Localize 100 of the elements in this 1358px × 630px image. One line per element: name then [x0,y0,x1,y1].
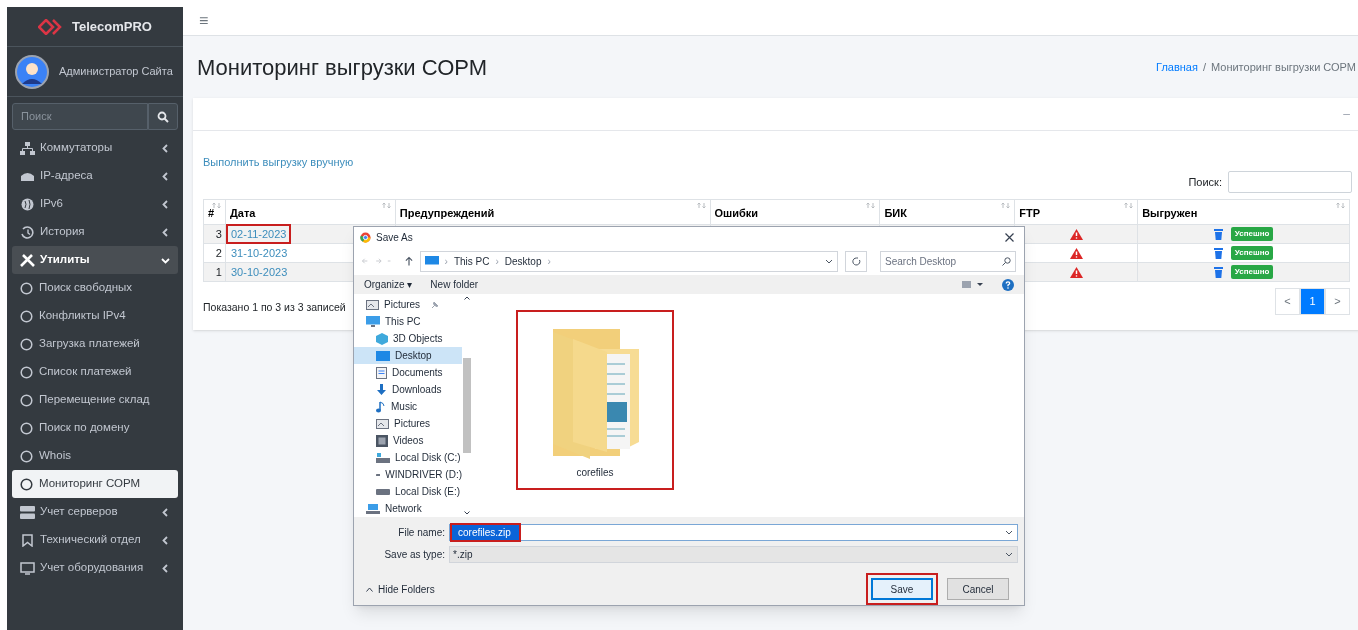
sidebar-subitem[interactable]: Поиск свободных [12,274,178,302]
nav-item[interactable]: Pictures [354,415,462,432]
circle-icon [20,393,33,407]
search-label: Поиск: [1188,174,1222,190]
table-search-field[interactable] [1228,171,1352,193]
nav-item[interactable]: Desktop [354,347,462,364]
sidebar-subitem[interactable]: Перемещение склад [12,386,178,414]
circle-icon [20,309,33,323]
circle-icon [20,477,33,491]
nav-item[interactable]: Local Disk (E:) [354,483,462,500]
breadcrumb-current: Мониторинг выгрузки СОРМ [1211,59,1356,75]
sidebar-subitem[interactable]: Загрузка платежей [12,330,178,358]
nav-item[interactable]: Videos [354,432,462,449]
dropdown-icon [1005,552,1013,557]
save-button[interactable]: Save [871,578,933,600]
sort-icon [381,202,391,209]
folder-item[interactable]: corefiles [518,312,672,488]
chevron-left-icon [161,507,170,517]
nav-item[interactable]: Network [354,500,462,517]
breadcrumb-separator: / [1202,59,1206,75]
path-separator: › [547,254,551,269]
sidebar-item[interactable]: Утилиты [12,246,178,274]
folder-name: corefiles [576,466,614,480]
toolbar-button[interactable]: New folder [430,277,479,293]
drive-icon [376,452,390,463]
page-button[interactable]: > [1325,288,1350,315]
breadcrumb-link[interactable]: Главная [1156,58,1198,76]
nav-item[interactable]: Documents [354,364,462,381]
sidebar-subitem[interactable]: Мониторинг СОРМ [12,470,178,498]
menu-button[interactable]: ≡ [199,9,209,33]
column-header[interactable]: FTP [1014,199,1138,225]
nav-item[interactable]: This PC [354,313,462,330]
page-button[interactable]: 1 [1300,288,1325,315]
refresh-button[interactable] [845,250,867,272]
column-header[interactable]: Дата [225,199,396,225]
page-button[interactable]: < [1275,288,1300,315]
user-name[interactable]: Администратор Сайта [59,63,173,80]
sidebar-item[interactable]: Коммутаторы [12,134,178,162]
globe-icon [20,197,35,211]
nav-item[interactable]: Music [354,398,462,415]
view-options-icon [962,280,984,289]
chevron-left-icon [161,171,170,181]
path-segment[interactable]: Desktop [504,253,542,269]
sidebar-item[interactable]: Учет серверов [12,498,178,526]
search-button[interactable] [148,103,178,130]
column-header[interactable]: БИК [879,199,1015,225]
column-header[interactable]: Выгружен [1137,199,1350,225]
cancel-button[interactable]: Cancel [947,578,1009,600]
close-icon [1005,232,1014,242]
sidebar-subitem[interactable]: Список платежей [12,358,178,386]
sidebar-subitem[interactable]: Whois [12,442,178,470]
dropdown-icon [1005,530,1013,535]
manual-upload-link[interactable]: Выполнить выгрузку вручную [203,156,354,168]
cube-icon [376,332,388,345]
nav-item[interactable]: Local Disk (C:) [354,449,462,466]
field-label: Save as type: [383,548,446,562]
dialog-title: Save As [376,230,414,245]
toolbar-button[interactable]: Organize ▾ [364,277,413,293]
sidebar-item[interactable]: История [12,218,178,246]
pin-icon [431,300,440,309]
server-icon [20,505,35,519]
scrollbar[interactable] [462,294,472,517]
table-cell: 3 [203,224,226,244]
field-label: File name: [397,526,446,540]
file-type-dropdown[interactable]: *.zip [449,546,1018,563]
nav-item[interactable]: Downloads [354,381,462,398]
picture-icon [366,299,379,310]
browser-icon [360,231,371,243]
path-separator: › [495,254,499,269]
column-header[interactable]: Ошибки [710,199,880,225]
download-icon [376,383,387,396]
sidebar-item[interactable]: IP-адреса [12,162,178,190]
address-bar[interactable]: › This PC › Desktop › [419,250,839,272]
network-icon [366,503,380,514]
sidebar-search-field[interactable]: Поиск [12,103,148,130]
monitor-icon [20,561,35,575]
computer-icon [366,316,380,327]
sidebar-item[interactable]: Технический отдел [12,526,178,554]
trash-icon [1213,266,1223,278]
sidebar-item[interactable]: IPv6 [12,190,178,218]
hide-folders-button[interactable]: Hide Folders [360,581,435,597]
column-header[interactable]: Предупреждений [395,199,711,225]
sidebar-item[interactable]: Учет оборудования [12,554,178,582]
nav-item[interactable]: 3D Objects [354,330,462,347]
file-name-field[interactable]: corefiles.zip [449,524,1018,541]
music-note-icon [376,400,386,413]
sort-icon [866,202,876,209]
chevron-left-icon [161,227,170,237]
search-icon [157,110,169,123]
sidebar-subitem[interactable]: Конфликты IPv4 [12,302,178,330]
search-field[interactable]: Search Desktop [880,250,1016,272]
nav-item[interactable]: Pictures [354,296,462,313]
sort-icon [1124,202,1134,209]
page-title: Мониторинг выгрузки СОРМ [197,53,488,82]
computer-icon [424,256,439,267]
sidebar-subitem[interactable]: Поиск по домену [12,414,178,442]
document-icon [376,366,387,379]
nav-item[interactable]: WINDRIVER (D:) [354,466,462,483]
column-header[interactable]: # [203,199,226,225]
path-segment[interactable]: This PC [453,253,490,269]
